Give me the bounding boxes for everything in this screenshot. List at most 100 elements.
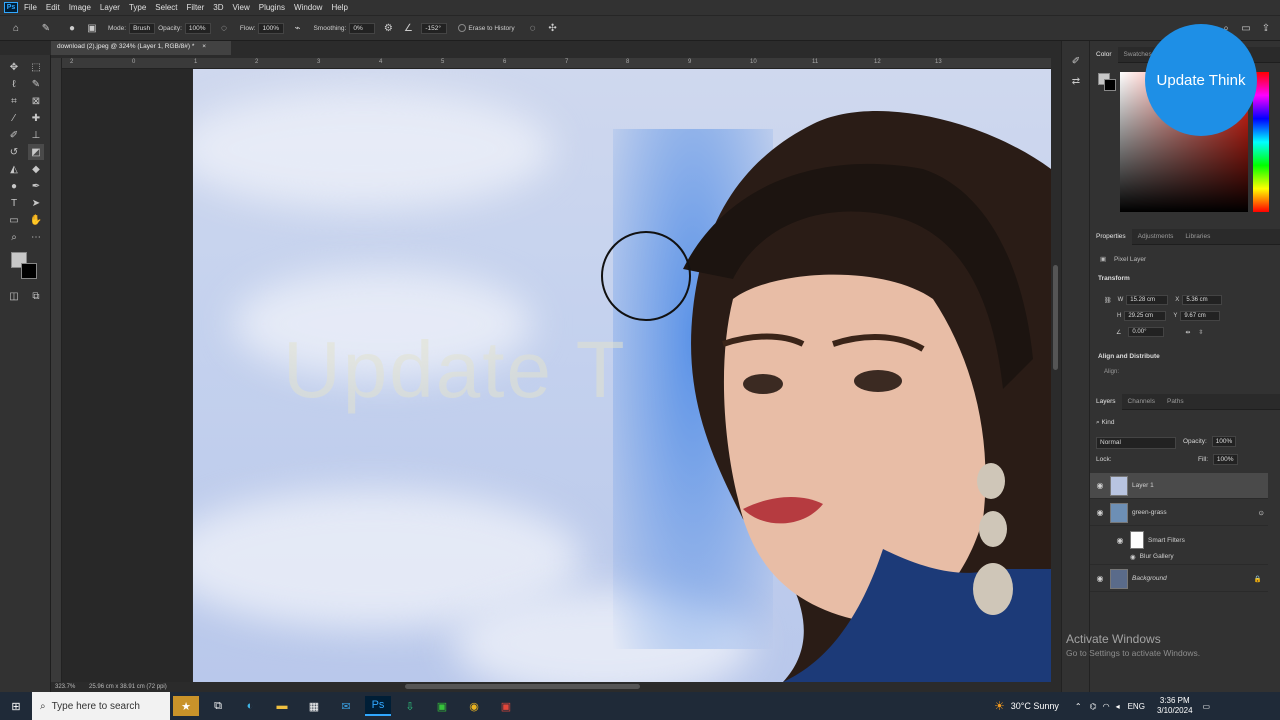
opacity-field[interactable]: 100%: [184, 22, 211, 34]
wifi-icon[interactable]: ◠: [1103, 702, 1110, 711]
tab-properties[interactable]: Properties: [1090, 228, 1132, 245]
volume-icon[interactable]: ◂: [1116, 702, 1120, 711]
healing-tool-icon[interactable]: ✚: [28, 110, 44, 126]
brush-preset-icon[interactable]: ●: [64, 20, 80, 36]
photoshop-taskbar-icon[interactable]: Ps: [365, 696, 391, 716]
menu-type[interactable]: Type: [129, 3, 146, 12]
tab-channels[interactable]: Channels: [1122, 398, 1161, 405]
dodge-tool-icon[interactable]: ●: [6, 178, 22, 194]
flip-vertical-icon[interactable]: ⇳: [1198, 329, 1203, 336]
menu-image[interactable]: Image: [69, 3, 91, 12]
taskbar-search[interactable]: ⌕ Type here to search: [32, 692, 170, 720]
brush-tool-icon[interactable]: ✐: [6, 127, 22, 143]
eye-icon[interactable]: ◉: [1090, 508, 1110, 517]
eye-icon[interactable]: ◉: [1090, 574, 1110, 583]
eraser-tool-preset-icon[interactable]: ✎: [38, 20, 54, 36]
screen-mode-icon[interactable]: ⧉: [28, 288, 44, 304]
weather-text[interactable]: 30°C Sunny: [1011, 701, 1059, 711]
vertical-scroll-thumb[interactable]: [1053, 265, 1058, 370]
layer-fill-field[interactable]: 100%: [1212, 454, 1238, 465]
widget-icon[interactable]: ★: [173, 696, 199, 716]
checkbox-icon[interactable]: [458, 24, 467, 32]
layer-filter-select[interactable]: ⌕ Kind: [1096, 419, 1152, 431]
mail-icon[interactable]: ✉: [333, 696, 359, 716]
width-field[interactable]: 15.28 cm: [1126, 295, 1169, 305]
frame-tool-icon[interactable]: ⊠: [28, 93, 44, 109]
eye-icon[interactable]: ◉: [1110, 536, 1130, 545]
blur-gallery-row[interactable]: ◉ Blur Gallery: [1090, 549, 1268, 565]
lasso-tool-icon[interactable]: ℓ: [6, 76, 22, 92]
tab-color[interactable]: Color: [1090, 46, 1118, 63]
document-canvas[interactable]: Update T: [193, 69, 1051, 682]
menu-edit[interactable]: Edit: [46, 3, 60, 12]
background-color-swatch[interactable]: [21, 263, 37, 279]
zoom-level[interactable]: 323.7%: [55, 684, 75, 690]
height-field[interactable]: 29.25 cm: [1124, 311, 1167, 321]
file-explorer-icon[interactable]: ▬: [269, 696, 295, 716]
edge-icon[interactable]: ◐: [237, 696, 263, 716]
eraser-tool-icon[interactable]: ◩: [28, 144, 44, 160]
transform-title[interactable]: Transform: [1098, 275, 1130, 282]
menu-filter[interactable]: Filter: [187, 3, 205, 12]
close-icon[interactable]: ×: [202, 43, 206, 50]
flow-field[interactable]: 100%: [258, 22, 285, 34]
gear-icon[interactable]: ⚙: [380, 20, 396, 36]
pressure-opacity-icon[interactable]: ◌: [216, 20, 232, 36]
more-tools-icon[interactable]: ⋯: [28, 229, 44, 245]
airbrush-icon[interactable]: ⌁: [289, 20, 305, 36]
menu-file[interactable]: File: [24, 3, 37, 12]
blend-mode-select[interactable]: Normal: [1096, 437, 1176, 449]
camtasia-icon[interactable]: ▣: [429, 696, 455, 716]
layer-row[interactable]: ◉ Background 🔒: [1090, 566, 1268, 592]
document-tab[interactable]: download (2).jpeg @ 324% (Layer 1, RGB/8…: [51, 41, 231, 55]
rotation-field[interactable]: 0.00°: [1128, 327, 1165, 337]
layer-row[interactable]: ◉ green-grass ⊙: [1090, 500, 1268, 526]
notification-icon[interactable]: ▭: [1203, 702, 1211, 711]
type-tool-icon[interactable]: T: [6, 195, 22, 211]
tab-paths[interactable]: Paths: [1161, 398, 1190, 405]
x-field[interactable]: 5.36 cm: [1182, 295, 1223, 305]
erase-to-history-label[interactable]: Erase to History: [468, 25, 514, 32]
clock[interactable]: 3:36 PM 3/10/2024: [1157, 696, 1193, 716]
task-view-icon[interactable]: ⧉: [205, 696, 231, 716]
symmetry-icon[interactable]: ✣: [545, 20, 561, 36]
menu-plugins[interactable]: Plugins: [259, 3, 285, 12]
blur-tool-icon[interactable]: ◆: [28, 161, 44, 177]
chrome-icon[interactable]: ◉: [461, 696, 487, 716]
marquee-tool-icon[interactable]: ⬚: [28, 59, 44, 75]
menu-window[interactable]: Window: [294, 3, 322, 12]
layer-name[interactable]: green-grass: [1132, 509, 1167, 516]
weather-icon[interactable]: ☀: [994, 699, 1005, 713]
tray-chevron-icon[interactable]: ⌃: [1075, 702, 1082, 711]
eye-icon[interactable]: ◉: [1090, 481, 1110, 490]
paint-bucket-tool-icon[interactable]: ◭: [6, 161, 22, 177]
layer-name[interactable]: Background: [1132, 575, 1167, 582]
crop-tool-icon[interactable]: ⌗: [6, 93, 22, 109]
layer-row[interactable]: ◉ Layer 1: [1090, 473, 1268, 499]
language-indicator[interactable]: ENG: [1128, 702, 1145, 711]
windows-start-icon[interactable]: ⊞: [3, 696, 29, 716]
download-app-icon[interactable]: ⇩: [397, 696, 423, 716]
menu-3d[interactable]: 3D: [213, 3, 223, 12]
flip-horizontal-icon[interactable]: ⇹: [1185, 329, 1190, 336]
eyedropper-tool-icon[interactable]: ⁄: [6, 110, 22, 126]
mode-select[interactable]: Brush: [129, 22, 156, 34]
horizontal-scroll-thumb[interactable]: [405, 684, 640, 689]
pen-tool-icon[interactable]: ✒: [28, 178, 44, 194]
tab-libraries[interactable]: Libraries: [1179, 233, 1216, 240]
zoom-tool-icon[interactable]: ⌕: [6, 229, 22, 245]
brush-settings-icon[interactable]: ▣: [84, 20, 100, 36]
hand-tool-icon[interactable]: ✋: [28, 212, 44, 228]
network-icon[interactable]: ⌬: [1090, 702, 1097, 711]
quick-select-tool-icon[interactable]: ✎: [28, 76, 44, 92]
history-brush-tool-icon[interactable]: ↺: [6, 144, 22, 160]
vertical-scrollbar[interactable]: [1051, 69, 1061, 682]
path-select-tool-icon[interactable]: ➤: [28, 195, 44, 211]
layer-opacity-field[interactable]: 100%: [1211, 436, 1237, 447]
recorder-app-icon[interactable]: ▣: [493, 696, 519, 716]
smoothing-field[interactable]: 0%: [349, 22, 376, 34]
brush-panel-icon[interactable]: ✐: [1068, 53, 1084, 69]
color-panel-background[interactable]: [1104, 79, 1116, 91]
workspace-icon[interactable]: ▭: [1238, 20, 1254, 36]
tab-adjustments[interactable]: Adjustments: [1132, 233, 1180, 240]
